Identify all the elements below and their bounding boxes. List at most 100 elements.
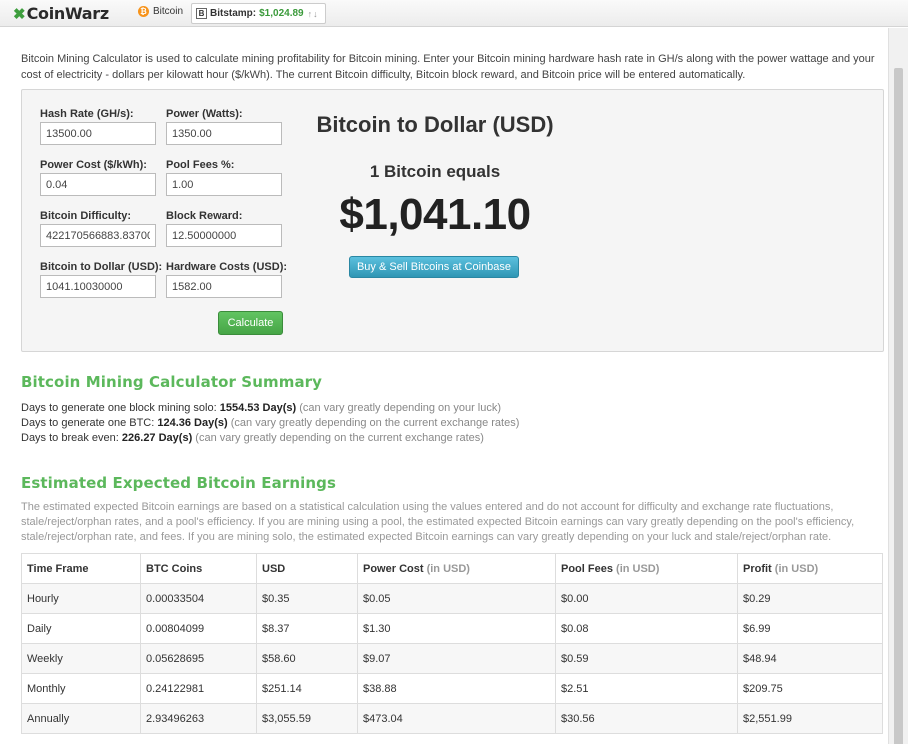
conversion-title: Bitcoin to Dollar (USD) xyxy=(316,112,554,137)
table-cell: $38.88 xyxy=(357,673,556,704)
table-cell: $1.30 xyxy=(357,613,556,644)
pool-fees-label: Pool Fees %: xyxy=(166,159,235,171)
top-navbar: ✖ CoinWarz ₿ Bitcoin B Bitstamp: $1,024.… xyxy=(0,0,908,27)
summary-value: 1554.53 Day(s) xyxy=(219,402,297,414)
coinwarz-logo[interactable]: ✖ CoinWarz xyxy=(13,4,109,23)
sort-arrows-icon: ↑↓ xyxy=(307,8,319,19)
nav-bitcoin-label: Bitcoin xyxy=(153,6,184,17)
btc-usd-input[interactable] xyxy=(40,275,156,298)
column-header: Power Cost (in USD) xyxy=(357,553,556,584)
hardware-cost-field: Hardware Costs (USD): xyxy=(166,261,287,298)
power-field: Power (Watts): xyxy=(166,108,282,145)
conversion-value: $1,041.10 xyxy=(339,190,531,239)
table-cell: 0.00804099 xyxy=(140,613,257,644)
table-cell: 0.00033504 xyxy=(140,583,257,614)
table-cell: $2.51 xyxy=(555,673,738,704)
calculator-panel: Hash Rate (GH/s): Power (Watts): Power C… xyxy=(21,89,884,352)
btc-usd-field: Bitcoin to Dollar (USD): xyxy=(40,261,162,298)
pool-fees-field: Pool Fees %: xyxy=(166,159,282,196)
column-header: Time Frame xyxy=(21,553,141,584)
intro-text: Bitcoin Mining Calculator is used to cal… xyxy=(21,53,875,81)
scrollbar[interactable] xyxy=(888,28,908,744)
table-cell: $0.29 xyxy=(737,583,883,614)
summary-list: Days to generate one block mining solo: … xyxy=(21,401,519,446)
table-cell: $0.05 xyxy=(357,583,556,614)
block-reward-field: Block Reward: xyxy=(166,210,282,247)
price-ticker[interactable]: B Bitstamp: $1,024.89 ↑↓ xyxy=(191,3,326,24)
table-cell: $6.99 xyxy=(737,613,883,644)
summary-heading: Bitcoin Mining Calculator Summary xyxy=(21,373,323,391)
table-cell: 0.05628695 xyxy=(140,643,257,674)
table-header-row: Time Frame BTC Coins USD Power Cost (in … xyxy=(21,553,883,584)
block-reward-input[interactable] xyxy=(166,224,282,247)
table-cell: $251.14 xyxy=(256,673,358,704)
pool-fees-input[interactable] xyxy=(166,173,282,196)
nav-bitcoin-link[interactable]: ₿ Bitcoin xyxy=(138,6,183,17)
power-cost-input[interactable] xyxy=(40,173,156,196)
table-cell: Annually xyxy=(21,703,141,734)
earnings-description: The estimated expected Bitcoin earnings … xyxy=(21,501,855,543)
bitcoin-icon: ₿ xyxy=(138,6,149,17)
summary-note: (can vary greatly depending on the curre… xyxy=(230,417,520,429)
table-cell: 0.24122981 xyxy=(140,673,257,704)
hash-rate-label: Hash Rate (GH/s): xyxy=(40,108,134,120)
hash-rate-input[interactable] xyxy=(40,122,156,145)
hardware-cost-input[interactable] xyxy=(166,275,282,298)
table-cell: $0.00 xyxy=(555,583,738,614)
summary-row: Days to generate one BTC: 124.36 Day(s) … xyxy=(21,416,519,431)
power-cost-label: Power Cost ($/kWh): xyxy=(40,159,147,171)
earnings-table: Time Frame BTC Coins USD Power Cost (in … xyxy=(21,553,883,734)
column-header: USD xyxy=(256,553,358,584)
power-input[interactable] xyxy=(166,122,282,145)
hash-rate-field: Hash Rate (GH/s): xyxy=(40,108,156,145)
calculate-button[interactable]: Calculate xyxy=(218,311,283,335)
ticker-price: $1,024.89 xyxy=(259,8,304,19)
conversion-subtitle: 1 Bitcoin equals xyxy=(369,162,501,181)
summary-label: Days to generate one BTC: xyxy=(21,417,155,429)
summary-row: Days to generate one block mining solo: … xyxy=(21,401,519,416)
coinbase-button[interactable]: Buy & Sell Bitcoins at Coinbase xyxy=(349,256,519,278)
hardware-cost-label: Hardware Costs (USD): xyxy=(166,261,288,273)
block-reward-label: Block Reward: xyxy=(166,210,243,222)
logo-text: CoinWarz xyxy=(26,4,110,23)
summary-label: Days to generate one block mining solo: xyxy=(21,402,217,414)
table-row: Annually 2.93496263 $3,055.59 $473.04 $3… xyxy=(21,703,883,734)
table-cell: 2.93496263 xyxy=(140,703,257,734)
table-cell: $0.35 xyxy=(256,583,358,614)
table-cell: $8.37 xyxy=(256,613,358,644)
table-cell: Weekly xyxy=(21,643,141,674)
table-cell: $58.60 xyxy=(256,643,358,674)
table-row: Daily 0.00804099 $8.37 $1.30 $0.08 $6.99 xyxy=(21,613,883,644)
table-cell: $3,055.59 xyxy=(256,703,358,734)
summary-note: (can vary greatly depending on your luck… xyxy=(299,402,502,414)
summary-value: 226.27 Day(s) xyxy=(121,432,193,444)
coinwarz-logo-icon: ✖ xyxy=(13,5,26,23)
difficulty-label: Bitcoin Difficulty: xyxy=(40,210,132,222)
scrollbar-thumb[interactable] xyxy=(894,68,903,744)
table-cell: $48.94 xyxy=(737,643,883,674)
table-cell: $30.56 xyxy=(555,703,738,734)
summary-label: Days to break even: xyxy=(21,432,119,444)
table-row: Weekly 0.05628695 $58.60 $9.07 $0.59 $48… xyxy=(21,643,883,674)
table-row: Hourly 0.00033504 $0.35 $0.05 $0.00 $0.2… xyxy=(21,583,883,614)
table-cell: $209.75 xyxy=(737,673,883,704)
bitstamp-icon: B xyxy=(196,8,207,19)
table-cell: Daily xyxy=(21,613,141,644)
earnings-heading: Estimated Expected Bitcoin Earnings xyxy=(21,474,336,492)
column-header: Pool Fees (in USD) xyxy=(555,553,738,584)
power-cost-field: Power Cost ($/kWh): xyxy=(40,159,156,196)
power-label: Power (Watts): xyxy=(166,108,243,120)
summary-note: (can vary greatly depending on the curre… xyxy=(195,432,484,444)
summary-row: Days to break even: 226.27 Day(s) (can v… xyxy=(21,431,519,446)
btc-usd-label: Bitcoin to Dollar (USD): xyxy=(40,261,163,273)
difficulty-input[interactable] xyxy=(40,224,156,247)
column-header: BTC Coins xyxy=(140,553,257,584)
table-cell: Hourly xyxy=(21,583,141,614)
table-cell: $0.59 xyxy=(555,643,738,674)
table-row: Monthly 0.24122981 $251.14 $38.88 $2.51 … xyxy=(21,673,883,704)
table-cell: Monthly xyxy=(21,673,141,704)
ticker-exchange: Bitstamp: xyxy=(210,8,257,19)
table-cell: $473.04 xyxy=(357,703,556,734)
column-header: Profit (in USD) xyxy=(737,553,883,584)
table-cell: $0.08 xyxy=(555,613,738,644)
